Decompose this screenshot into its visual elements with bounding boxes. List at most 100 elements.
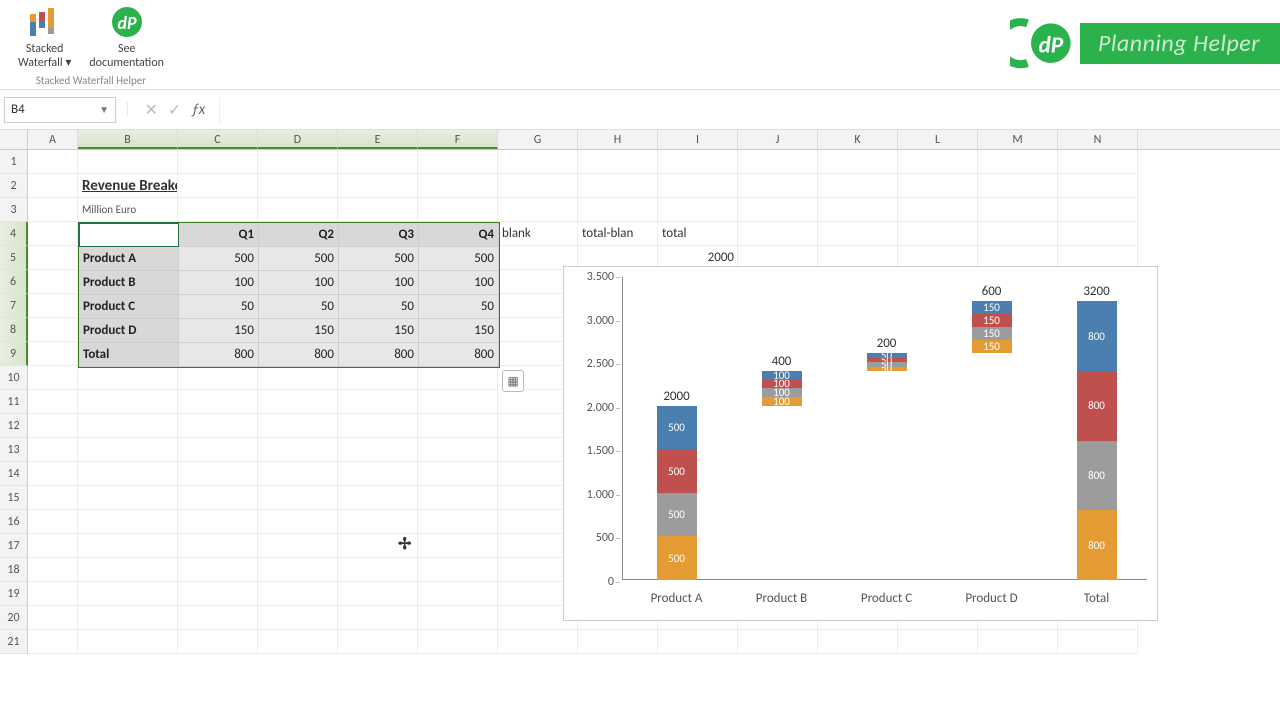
cell[interactable]	[418, 150, 498, 174]
cancel-icon[interactable]: ✕	[145, 100, 158, 120]
cell[interactable]	[978, 198, 1058, 222]
cell[interactable]	[1058, 222, 1138, 246]
cell[interactable]	[178, 486, 258, 510]
cell[interactable]	[338, 390, 418, 414]
table-cell[interactable]: 50	[179, 295, 259, 319]
cell[interactable]	[978, 150, 1058, 174]
cell[interactable]	[338, 486, 418, 510]
cell[interactable]	[28, 486, 78, 510]
cell[interactable]	[418, 582, 498, 606]
row-header[interactable]: 2	[0, 174, 28, 198]
row-header[interactable]: 19	[0, 582, 28, 606]
column-header[interactable]: C	[178, 130, 258, 149]
row-header[interactable]: 12	[0, 414, 28, 438]
cell[interactable]	[28, 222, 78, 246]
cell[interactable]	[658, 150, 738, 174]
cell[interactable]	[28, 414, 78, 438]
cell[interactable]	[178, 174, 258, 198]
cell[interactable]	[28, 270, 78, 294]
fx-icon[interactable]: ƒx	[191, 101, 205, 119]
cell[interactable]	[898, 198, 978, 222]
cell[interactable]	[78, 462, 178, 486]
waterfall-chart[interactable]: 05001.0001.5002.0002.5003.0003.500Produc…	[563, 266, 1158, 621]
cell[interactable]	[578, 150, 658, 174]
row-header[interactable]: 9	[0, 342, 28, 366]
cell[interactable]	[738, 174, 818, 198]
cell[interactable]	[1058, 150, 1138, 174]
cell[interactable]	[1058, 174, 1138, 198]
cell[interactable]	[338, 582, 418, 606]
table-cell[interactable]: 150	[259, 319, 339, 343]
cell[interactable]	[78, 390, 178, 414]
cell[interactable]	[258, 414, 338, 438]
column-header[interactable]: F	[418, 130, 498, 149]
row-header[interactable]: 21	[0, 630, 28, 654]
cell[interactable]	[258, 366, 338, 390]
table-header[interactable]: Q2	[259, 223, 339, 247]
row-header[interactable]: 4	[0, 222, 28, 246]
cell[interactable]	[258, 486, 338, 510]
table-cell[interactable]: 500	[259, 247, 339, 271]
cell[interactable]	[178, 150, 258, 174]
cell[interactable]	[178, 630, 258, 654]
cell[interactable]	[28, 558, 78, 582]
cell[interactable]	[258, 150, 338, 174]
cell[interactable]	[178, 198, 258, 222]
table-header[interactable]: Q4	[419, 223, 499, 247]
cell[interactable]	[258, 462, 338, 486]
cell[interactable]	[978, 222, 1058, 246]
table-header[interactable]: Q1	[179, 223, 259, 247]
table-header[interactable]: Q3	[339, 223, 419, 247]
cell[interactable]	[78, 534, 178, 558]
column-header[interactable]: J	[738, 130, 818, 149]
row-header[interactable]: 14	[0, 462, 28, 486]
row-header[interactable]: 11	[0, 390, 28, 414]
cell[interactable]	[418, 558, 498, 582]
table-cell[interactable]: 50	[339, 295, 419, 319]
table-cell[interactable]: 150	[419, 319, 499, 343]
cell[interactable]	[258, 606, 338, 630]
cell[interactable]	[338, 174, 418, 198]
table-cell[interactable]: 500	[419, 247, 499, 271]
cell[interactable]	[418, 486, 498, 510]
cell[interactable]	[658, 174, 738, 198]
cell[interactable]	[418, 606, 498, 630]
cell[interactable]	[28, 294, 78, 318]
cell[interactable]	[28, 462, 78, 486]
cell[interactable]	[178, 438, 258, 462]
cell[interactable]	[258, 630, 338, 654]
cell[interactable]	[818, 222, 898, 246]
stacked-waterfall-button[interactable]: StackedWaterfall ▾	[12, 2, 77, 72]
cell[interactable]	[578, 198, 658, 222]
cell[interactable]	[28, 534, 78, 558]
cell[interactable]	[738, 222, 818, 246]
table-cell[interactable]: 150	[179, 319, 259, 343]
cell[interactable]	[178, 558, 258, 582]
cell[interactable]	[258, 582, 338, 606]
cell[interactable]	[258, 198, 338, 222]
cell[interactable]	[28, 318, 78, 342]
see-documentation-button[interactable]: dP Seedocumentation	[83, 2, 170, 72]
row-header[interactable]: 7	[0, 294, 28, 318]
cell[interactable]	[818, 630, 898, 654]
table-row-label[interactable]: Product A	[79, 247, 179, 271]
cell[interactable]	[738, 150, 818, 174]
row-header[interactable]: 5	[0, 246, 28, 270]
cell[interactable]	[418, 366, 498, 390]
cell[interactable]	[1058, 198, 1138, 222]
table-cell[interactable]: 800	[259, 343, 339, 367]
cell[interactable]	[178, 366, 258, 390]
cell[interactable]	[898, 222, 978, 246]
cell[interactable]	[418, 174, 498, 198]
cell[interactable]	[258, 174, 338, 198]
table-row-label[interactable]: Total	[79, 343, 179, 367]
table-cell[interactable]: 800	[339, 343, 419, 367]
table-cell[interactable]: 500	[339, 247, 419, 271]
row-header[interactable]: 20	[0, 606, 28, 630]
cell[interactable]	[898, 174, 978, 198]
cell[interactable]	[898, 630, 978, 654]
cell[interactable]	[418, 438, 498, 462]
cell[interactable]	[78, 366, 178, 390]
cell[interactable]	[338, 510, 418, 534]
cell[interactable]	[418, 510, 498, 534]
